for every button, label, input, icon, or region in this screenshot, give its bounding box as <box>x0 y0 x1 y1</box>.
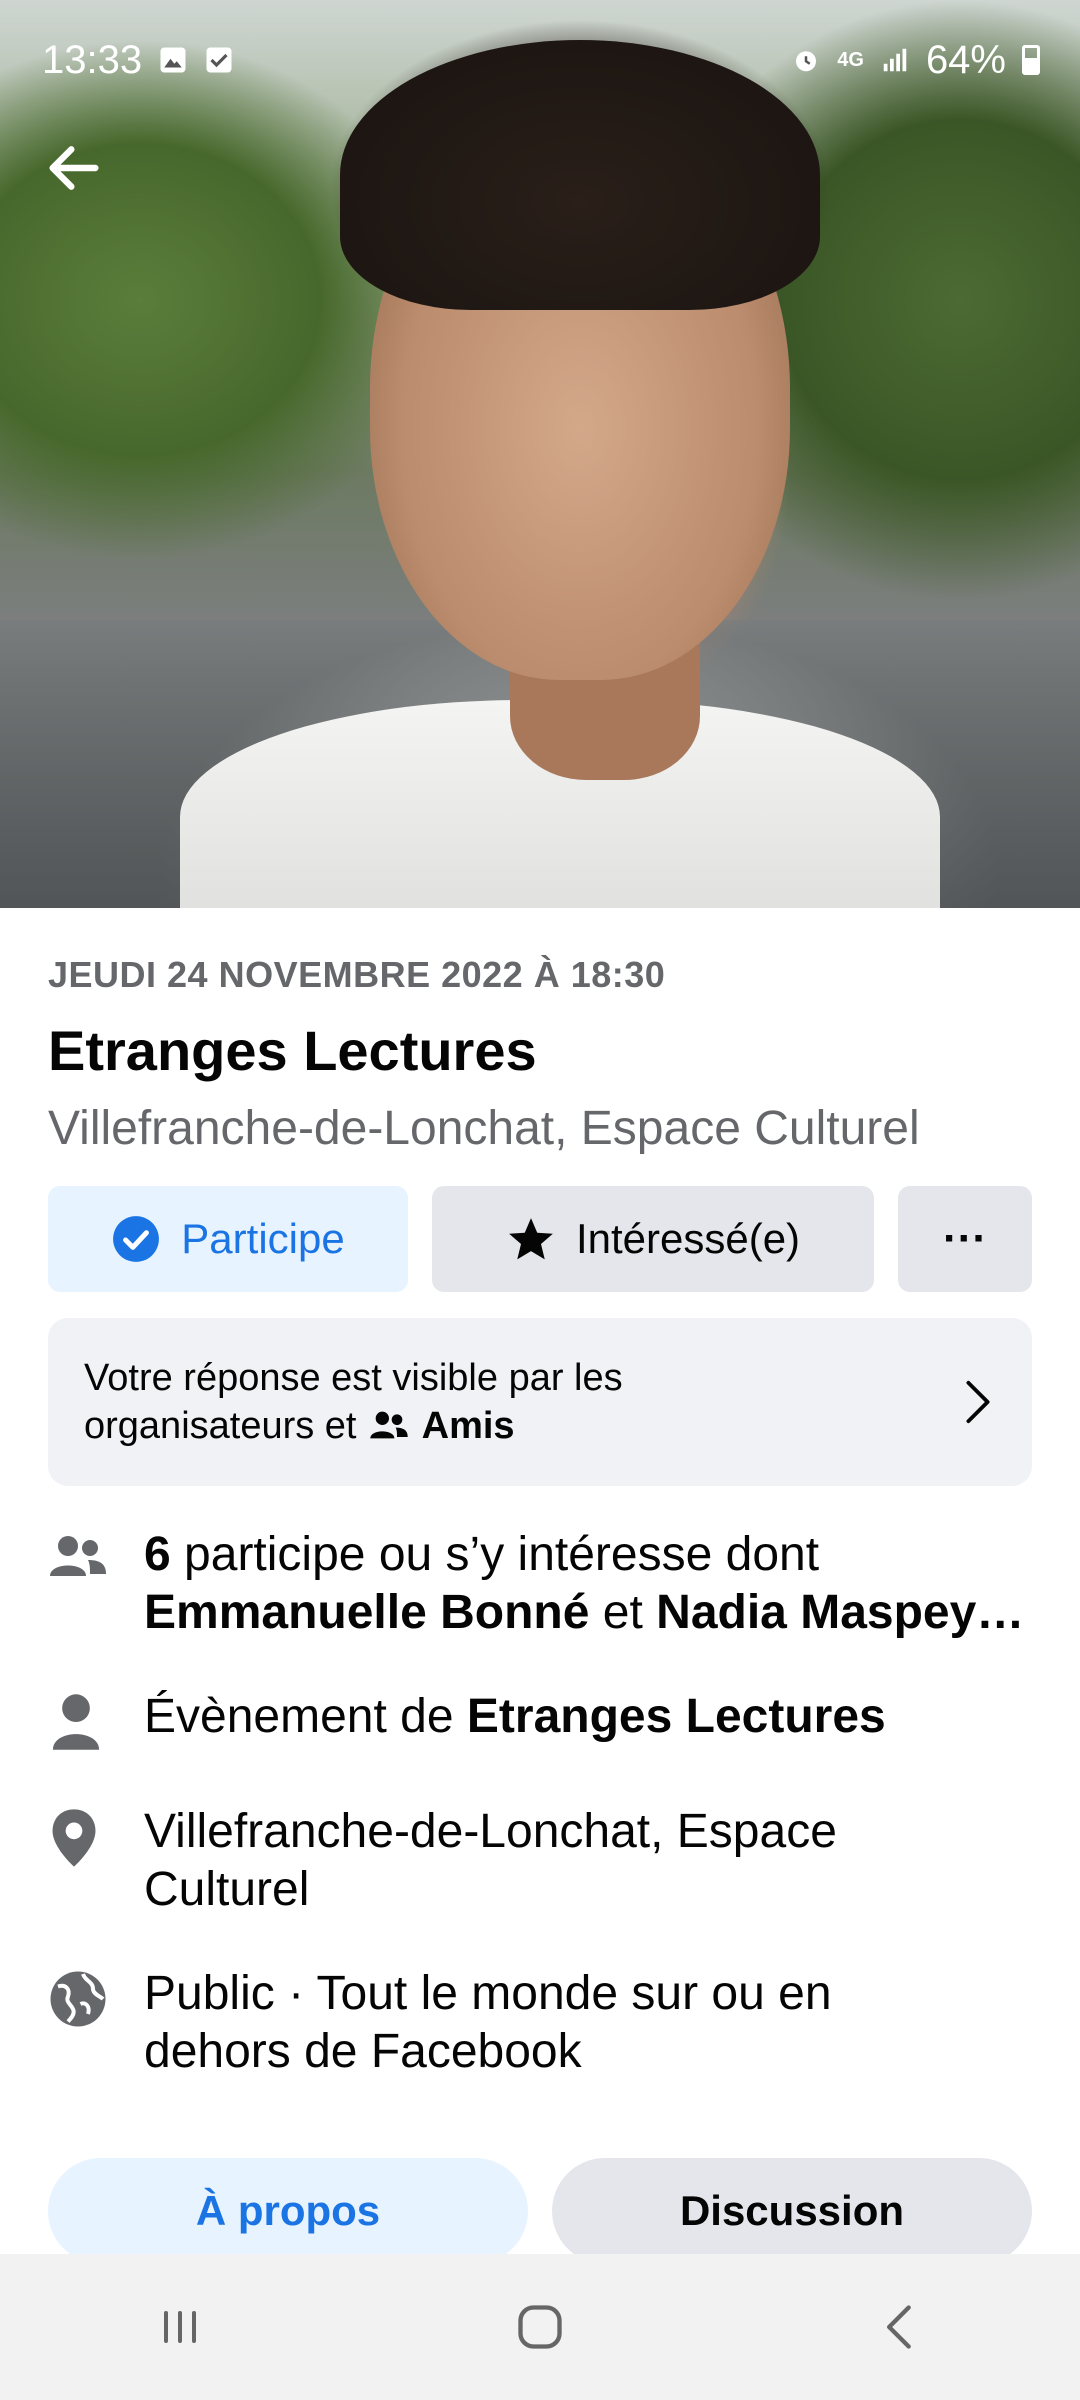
event-info-list: 6 participe ou s’y intéresse dont Emmanu… <box>48 1526 1032 2081</box>
notice-line2: organisateurs et <box>84 1405 357 1447</box>
check-box-icon <box>206 47 232 73</box>
tab-discussion[interactable]: Discussion <box>552 2158 1032 2264</box>
organizer-prefix: Évènement de <box>144 1690 454 1743</box>
friend-name-2: Nadia Maspey… <box>656 1586 1025 1639</box>
home-button[interactable] <box>470 2277 610 2377</box>
recent-apps-icon <box>164 2311 196 2343</box>
interested-button[interactable]: Intéressé(e) <box>432 1186 874 1292</box>
signal-icon <box>883 48 907 72</box>
location-pin-icon <box>52 1809 96 1867</box>
home-icon <box>518 2305 562 2349</box>
alarm-icon <box>796 51 817 72</box>
image-icon <box>160 47 186 73</box>
location-line1: Villefranche-de-Lonchat, Espace <box>144 1805 837 1858</box>
battery-percentage: 64% <box>925 37 1006 82</box>
back-button[interactable] <box>36 130 112 206</box>
location-row[interactable]: Villefranche-de-Lonchat, Espace Culturel <box>48 1803 1032 1919</box>
system-navigation-bar <box>0 2254 1080 2400</box>
cover-photo <box>0 0 1080 908</box>
visibility-notice[interactable]: Votre réponse est visible par les organi… <box>48 1318 1032 1486</box>
participants-conjunction: et <box>602 1586 643 1639</box>
notice-line1: Votre réponse est visible par les <box>84 1357 623 1399</box>
interested-button-label: Intéressé(e) <box>575 1215 801 1262</box>
friend-name-1: Emmanuelle Bonné <box>144 1586 590 1639</box>
people-icon <box>50 1536 106 1576</box>
privacy-line1: Public · Tout le monde sur ou en <box>144 1967 832 2020</box>
rsvp-actions: Participe Intéressé(e) ··· <box>48 1186 1032 1292</box>
event-date: JEUDI 24 NOVEMBRE 2022 À 18:30 <box>48 954 666 995</box>
event-title: Etranges Lectures <box>48 1019 537 1082</box>
location-line2: Culturel <box>144 1863 310 1916</box>
more-icon: ··· <box>943 1214 987 1263</box>
tab-about[interactable]: À propos <box>48 2158 528 2264</box>
arrow-left-icon <box>49 146 99 190</box>
more-options-button[interactable]: ··· <box>898 1186 1032 1292</box>
globe-icon <box>50 1971 106 2027</box>
clock: 13:33 <box>42 37 143 82</box>
battery-icon <box>1022 45 1040 75</box>
event-location-subtitle: Villefranche-de-Lonchat, Espace Culturel <box>48 1102 920 1155</box>
friends-icon <box>370 1411 408 1439</box>
participants-count: 6 <box>144 1528 171 1581</box>
recent-apps-button[interactable] <box>110 2277 250 2377</box>
privacy-line2: dehors de Facebook <box>144 2025 582 2078</box>
participants-row[interactable]: 6 participe ou s’y intéresse dont Emmanu… <box>48 1526 1032 1642</box>
going-button[interactable]: Participe <box>48 1186 408 1292</box>
system-back-button[interactable] <box>830 2277 970 2377</box>
chevron-left-icon <box>887 2305 911 2349</box>
participants-text: participe ou s’y intéresse dont <box>184 1528 820 1581</box>
organizer-row[interactable]: Évènement de Etranges Lectures <box>48 1688 1032 1757</box>
status-bar: 13:33 4G 64% <box>0 0 1080 120</box>
person-icon <box>52 1694 100 1750</box>
chevron-right-icon <box>966 1380 990 1424</box>
organizer-name: Etranges Lectures <box>466 1690 886 1743</box>
event-details: JEUDI 24 NOVEMBRE 2022 À 18:30 Etranges … <box>48 908 1032 2127</box>
notice-audience: Amis <box>421 1405 515 1447</box>
event-tabs: À propos Discussion <box>48 2158 1032 2264</box>
star-icon <box>509 1218 553 1260</box>
check-circle-icon <box>113 1216 160 1262</box>
privacy-row: Public · Tout le monde sur ou en dehors … <box>48 1965 1032 2081</box>
network-type: 4G <box>837 48 864 71</box>
event-screen: 13:33 4G 64% JEUDI 24 NOVEMBRE 2022 À 18… <box>0 0 1080 2400</box>
going-button-label: Participe <box>181 1215 345 1262</box>
